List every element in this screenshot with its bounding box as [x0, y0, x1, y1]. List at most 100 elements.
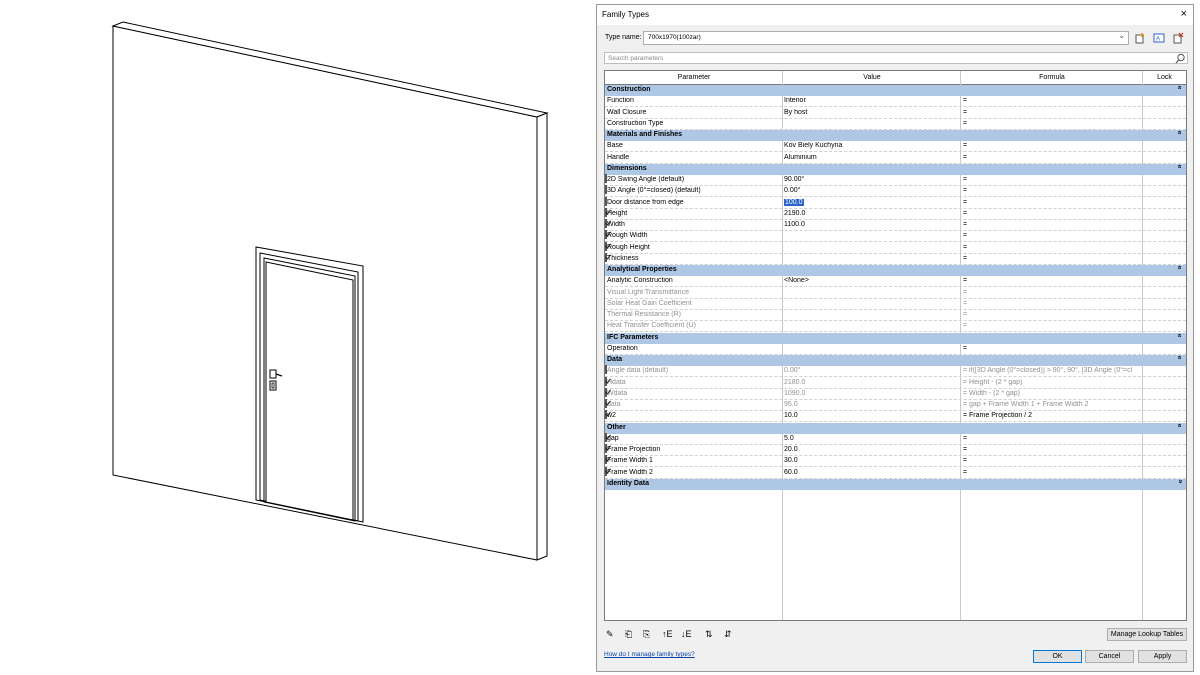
parameter-value[interactable]: 95.0	[784, 401, 958, 408]
parameter-value[interactable]: 5.0	[784, 435, 958, 442]
move-down-icon[interactable]: ↓E	[681, 629, 692, 639]
selected-value-text[interactable]: 100.0	[784, 198, 804, 206]
parameter-formula[interactable]: =	[963, 199, 1143, 206]
parameter-formula[interactable]: =	[963, 255, 1143, 262]
parameter-row[interactable]: Height 2190.0 =	[605, 207, 1186, 220]
parameter-formula[interactable]: =	[963, 277, 1143, 284]
parameter-formula[interactable]: =	[963, 457, 1143, 464]
model-viewport[interactable]	[0, 0, 590, 675]
parameter-formula[interactable]: = Frame Projection / 2	[963, 412, 1143, 419]
parameter-value[interactable]: 0.00°	[784, 367, 958, 374]
parameter-row[interactable]: Wall Closure By host =	[605, 108, 1186, 119]
parameter-formula[interactable]: = if([3D Angle (0°=closed)] > 90°, 90°, …	[963, 367, 1143, 374]
parameter-row[interactable]: Thickness =	[605, 252, 1186, 265]
collapse-icon[interactable]: »	[1177, 356, 1184, 360]
parameter-row[interactable]: Visual Light Transmittance =	[605, 288, 1186, 299]
parameter-value[interactable]: 20.0	[784, 446, 958, 453]
parameter-value[interactable]: 10.0	[784, 412, 958, 419]
search-icon[interactable]	[1175, 53, 1186, 64]
parameter-value[interactable]: 0.00°	[784, 187, 958, 194]
parameter-row[interactable]: Width 1100.0 =	[605, 219, 1186, 231]
move-up-icon[interactable]: ↑E	[662, 629, 673, 639]
parameter-row[interactable]: Operation =	[605, 344, 1186, 355]
parameter-formula[interactable]: =	[963, 322, 1143, 329]
parameter-formula[interactable]: =	[963, 446, 1143, 453]
parameter-row[interactable]: Hdata 2180.0 = Height - (2 * gap)	[605, 376, 1186, 389]
group-header[interactable]: Analytical Properties »	[605, 265, 1186, 276]
expand-icon[interactable]: »	[1177, 479, 1184, 483]
parameter-formula[interactable]: = gap + Frame Width 1 + Frame Width 2	[963, 401, 1143, 408]
column-header-formula[interactable]: Formula	[961, 74, 1143, 81]
collapse-icon[interactable]: »	[1177, 266, 1184, 270]
parameter-row[interactable]: Wdata 1090.0 = Width - (2 * gap)	[605, 387, 1186, 400]
collapse-icon[interactable]: »	[1177, 333, 1184, 337]
delete-type-icon[interactable]	[1172, 32, 1184, 44]
group-header[interactable]: Other »	[605, 422, 1186, 434]
parameter-value[interactable]: Interior	[784, 97, 958, 104]
delete-parameter-icon[interactable]: ⎘	[643, 629, 650, 640]
parameter-row[interactable]: Base Kov Biely Kuchyna =	[605, 141, 1186, 153]
parameter-formula[interactable]: =	[963, 176, 1143, 183]
parameter-formula[interactable]: =	[963, 300, 1143, 307]
parameter-row[interactable]: Rough Width =	[605, 230, 1186, 243]
parameter-formula[interactable]: =	[963, 97, 1143, 104]
parameter-formula[interactable]: =	[963, 120, 1143, 127]
group-header[interactable]: Identity Data »	[605, 478, 1186, 490]
edit-parameter-icon[interactable]: ✎	[606, 629, 614, 640]
parameter-formula[interactable]: = Height - (2 * gap)	[963, 379, 1143, 386]
parameter-row[interactable]: w2 10.0 = Frame Projection / 2	[605, 410, 1186, 423]
parameter-row[interactable]: data 95.0 = gap + Frame Width 1 + Frame Wi…	[605, 399, 1186, 411]
parameter-row[interactable]: Function Interior =	[605, 96, 1186, 108]
collapse-icon[interactable]: »	[1177, 164, 1184, 168]
apply-button[interactable]: Apply	[1138, 650, 1187, 663]
parameter-formula[interactable]: =	[963, 244, 1143, 251]
parameter-row[interactable]: Frame Projection 20.0 =	[605, 444, 1186, 456]
parameter-formula[interactable]: =	[963, 221, 1143, 228]
parameter-formula[interactable]: =	[963, 187, 1143, 194]
parameter-value[interactable]: By host	[784, 109, 958, 116]
sort-ascending-icon[interactable]: ⇅	[705, 629, 713, 640]
parameter-formula[interactable]: =	[963, 210, 1143, 217]
parameter-row[interactable]: Solar Heat Gain Coefficient =	[605, 299, 1186, 310]
parameter-value[interactable]: 90.00°	[784, 176, 958, 183]
ok-button[interactable]: OK	[1033, 650, 1082, 663]
parameter-row[interactable]: Door distance from edge 100.0 =	[605, 196, 1186, 209]
parameter-row[interactable]: gap 5.0 =	[605, 432, 1186, 445]
cancel-button[interactable]: Cancel	[1085, 650, 1134, 663]
parameter-row[interactable]: Handle Aluminium =	[605, 153, 1186, 164]
parameter-row[interactable]: Frame Width 2 60.0 =	[605, 466, 1186, 479]
parameter-value[interactable]: 30.0	[784, 457, 958, 464]
parameter-formula[interactable]: =	[963, 435, 1143, 442]
parameter-value[interactable]: 2180.0	[784, 379, 958, 386]
parameter-value[interactable]: Kov Biely Kuchyna	[784, 142, 958, 149]
parameter-formula[interactable]: =	[963, 345, 1143, 352]
parameter-value[interactable]: 60.0	[784, 469, 958, 476]
parameter-row[interactable]: Analytic Construction <None> =	[605, 276, 1186, 288]
parameter-row[interactable]: Rough Height =	[605, 241, 1186, 254]
group-header[interactable]: Data »	[605, 355, 1186, 366]
collapse-icon[interactable]: »	[1177, 131, 1184, 135]
parameter-value[interactable]: Aluminium	[784, 154, 958, 161]
parameter-row[interactable]: Frame Width 1 30.0 =	[605, 455, 1186, 468]
manage-lookup-tables-button[interactable]: Manage Lookup Tables	[1107, 628, 1187, 641]
parameter-formula[interactable]: =	[963, 232, 1143, 239]
parameter-row[interactable]: Angle data (default) 0.00° = if([3D Angle …	[605, 365, 1186, 378]
group-header[interactable]: IFC Parameters »	[605, 332, 1186, 344]
column-header-lock[interactable]: Lock	[1143, 74, 1186, 81]
new-type-icon[interactable]	[1134, 32, 1146, 44]
parameter-formula[interactable]: =	[963, 154, 1143, 161]
parameter-row[interactable]: Construction Type =	[605, 119, 1186, 130]
column-header-value[interactable]: Value	[783, 74, 961, 81]
parameter-formula[interactable]: =	[963, 469, 1143, 476]
parameter-formula[interactable]: =	[963, 311, 1143, 318]
group-header[interactable]: Materials and Finishes »	[605, 130, 1186, 141]
help-link[interactable]: How do I manage family types?	[604, 651, 695, 658]
group-header[interactable]: Construction »	[605, 85, 1186, 96]
rename-type-icon[interactable]: A	[1153, 32, 1165, 44]
parameter-value[interactable]: 1090.0	[784, 390, 958, 397]
parameter-value[interactable]: 100.0	[784, 198, 958, 206]
close-button[interactable]: ×	[1181, 8, 1187, 20]
parameter-formula[interactable]: = Width - (2 * gap)	[963, 390, 1143, 397]
group-header[interactable]: Dimensions »	[605, 163, 1186, 175]
parameter-value[interactable]: 2190.0	[784, 210, 958, 217]
